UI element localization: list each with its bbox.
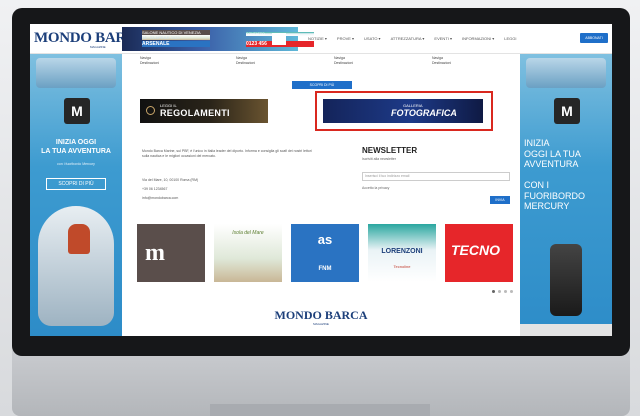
partner-tile[interactable]: Isola del Mare bbox=[214, 224, 282, 282]
boat-image bbox=[526, 58, 606, 88]
link-col-sub: Destinazioni bbox=[236, 61, 256, 65]
newsletter-submit-button[interactable]: INVIA bbox=[490, 196, 510, 204]
right-banner-strip bbox=[520, 324, 612, 336]
newsletter-email-input[interactable]: Inserisci il tuo indirizzo email bbox=[362, 172, 510, 181]
top-ad-line3: ARSENALE bbox=[142, 41, 210, 47]
mercury-logo-icon: M bbox=[554, 98, 580, 124]
subscribe-button[interactable]: ABBONATI bbox=[580, 33, 608, 43]
contact-email[interactable]: info@mondobarca.com bbox=[142, 194, 198, 203]
partner-logo: TECNO bbox=[451, 242, 500, 258]
partner-logo: m bbox=[145, 240, 165, 266]
nav-item-prove[interactable]: PROVE ▾ bbox=[337, 36, 354, 41]
nav-item-usato[interactable]: USATO ▾ bbox=[364, 36, 381, 41]
partner-tile[interactable]: TECNO bbox=[445, 224, 513, 282]
footer-logo-sub: MAGAZINE bbox=[313, 322, 329, 326]
partner-tile[interactable]: LORENZONI Tecnoline bbox=[368, 224, 436, 282]
helm-wheel-icon bbox=[146, 106, 155, 115]
link-col[interactable]: Naviga Destinazioni bbox=[334, 56, 353, 66]
about-text: Mondo Barca Marine, sul PBF, è l'unico i… bbox=[142, 149, 312, 158]
discover-tab[interactable]: SCOPRI DI PIÙ bbox=[292, 81, 352, 89]
link-col-sub: Destinazioni bbox=[334, 61, 354, 65]
right-ad-banner[interactable]: M INIZIA OGGI LA TUA AVVENTURA CON I FUO… bbox=[520, 54, 612, 336]
contact-phone[interactable]: +39 06 1234567 bbox=[142, 185, 198, 194]
newsletter-subtitle: Iscriviti alla newsletter bbox=[362, 157, 397, 161]
monitor-stand bbox=[210, 404, 430, 416]
site-logo-sub: MAGAZINE bbox=[90, 45, 106, 49]
partner-logo: Isola del Mare bbox=[232, 230, 264, 236]
monitor-scene: MONDO BARCA MAGAZINE SALONE NAUTICO DI V… bbox=[0, 0, 640, 416]
link-col[interactable]: Naviga Destinazioni bbox=[432, 56, 451, 66]
banner1-big: REGOLAMENTI bbox=[160, 108, 230, 118]
nav-item-notizie[interactable]: NOTIZIE ▾ bbox=[308, 36, 327, 41]
regolamenti-banner[interactable]: LEGGI IL REGOLAMENTI bbox=[140, 99, 268, 123]
link-col-sub: Destinazioni bbox=[140, 61, 160, 65]
left-banner-headline: INIZIA OGGI LA TUA AVVENTURA bbox=[41, 139, 111, 155]
boat-image bbox=[36, 58, 116, 88]
partner-tile[interactable]: as FNM bbox=[291, 224, 359, 282]
mercury-logo-icon: M bbox=[64, 98, 90, 124]
highlight-box bbox=[315, 91, 493, 131]
nav-item-eventi[interactable]: EVENTI ▾ bbox=[434, 36, 452, 41]
browser-screen: MONDO BARCA MAGAZINE SALONE NAUTICO DI V… bbox=[30, 24, 612, 336]
main-nav: NOTIZIE ▾ PROVE ▾ USATO ▾ ATTREZZATURA ▾… bbox=[308, 36, 516, 41]
site-header: MONDO BARCA MAGAZINE SALONE NAUTICO DI V… bbox=[30, 24, 612, 54]
left-ad-banner[interactable]: M INIZIA OGGI LA TUA AVVENTURA con i fuo… bbox=[30, 54, 122, 336]
newsletter-privacy-checkbox[interactable]: Accetto la privacy bbox=[362, 186, 389, 190]
left-banner-small: con i fuoribordo Mercury bbox=[57, 162, 95, 166]
carousel-dot[interactable] bbox=[498, 290, 501, 293]
nav-item-attrezzatura[interactable]: ATTREZZATURA ▾ bbox=[391, 36, 425, 41]
top-ad-line2: 18 - 23 APRILE 2023 bbox=[142, 35, 210, 40]
partner-logo: LORENZONI bbox=[381, 248, 423, 255]
right-banner-headline: INIZIA OGGI LA TUA AVVENTURA CON I FUORI… bbox=[524, 138, 586, 211]
partner-logo-sub: Tecnoline bbox=[393, 264, 411, 269]
contact-address: Via del Mare, 10, 00100 Roma (RM) bbox=[142, 178, 199, 182]
left-banner-button[interactable]: SCOPRI DI PIÙ bbox=[46, 178, 106, 190]
contact-list: Via del Mare, 10, 00100 Roma (RM) +39 06… bbox=[142, 176, 198, 203]
partner-tile[interactable]: m bbox=[137, 224, 205, 282]
link-col[interactable]: Naviga Destinazioni bbox=[236, 56, 255, 66]
carousel-dots[interactable] bbox=[492, 290, 513, 293]
nav-item-leggi[interactable]: LEGGI bbox=[504, 36, 516, 41]
main-content: Naviga Destinazioni Naviga Destinazioni Na… bbox=[122, 54, 520, 336]
top-ad-logo-icon bbox=[272, 33, 286, 45]
top-ad-banner[interactable]: SALONE NAUTICO DI VENEZIA 18 - 23 APRILE… bbox=[122, 27, 314, 51]
carousel-dot[interactable] bbox=[504, 290, 507, 293]
dinghy-image bbox=[38, 206, 114, 326]
link-col-sub: Destinazioni bbox=[432, 61, 452, 65]
link-col[interactable]: Naviga Destinazioni bbox=[140, 56, 159, 66]
carousel-dot[interactable] bbox=[510, 290, 513, 293]
partner-logo-sub: FNM bbox=[318, 266, 332, 272]
carousel-dot[interactable] bbox=[492, 290, 495, 293]
nav-item-informazioni[interactable]: INFORMAZIONI ▾ bbox=[462, 36, 494, 41]
partner-logo: as bbox=[317, 232, 333, 247]
newsletter-title: NEWSLETTER bbox=[362, 146, 418, 155]
footer-logo[interactable]: MONDO BARCA bbox=[122, 308, 520, 323]
outboard-motor-image bbox=[550, 244, 582, 316]
rider-figure bbox=[68, 224, 90, 254]
